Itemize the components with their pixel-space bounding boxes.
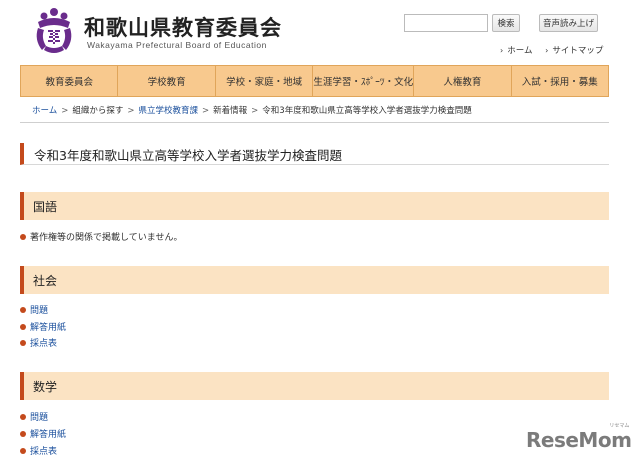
nav-item-school-education[interactable]: 学校教育	[118, 66, 216, 96]
bullet-icon	[20, 339, 26, 346]
breadcrumb-divider	[20, 122, 609, 123]
org-subtitle: Wakayama Prefectural Board of Education	[87, 40, 267, 50]
bullet-icon	[20, 430, 26, 437]
math-questions-link[interactable]: 問題	[30, 410, 48, 423]
list-item: 解答用紙	[20, 427, 66, 440]
watermark-text: ReseMom	[526, 428, 632, 452]
breadcrumb-organization[interactable]: 組織から探す	[72, 106, 123, 116]
section-label: 社会	[33, 274, 58, 288]
nav-item-lifelong-learning[interactable]: 生涯学習・ｽﾎﾟｰﾂ・文化	[313, 66, 415, 96]
org-name[interactable]: 和歌山県教育委員会	[84, 12, 282, 42]
social-answer-sheet-link[interactable]: 解答用紙	[30, 320, 66, 333]
chevron-right-icon: ›	[500, 46, 504, 55]
resemom-watermark: ReseMom リセマム	[526, 423, 632, 452]
watermark-small-text: リセマム	[609, 423, 630, 429]
utility-links: › ホーム › サイトマップ	[500, 44, 613, 56]
section-heading-japanese: 国語	[20, 192, 609, 220]
chevron-right-icon: ›	[545, 46, 549, 55]
bullet-icon	[20, 447, 26, 454]
global-nav: 教育委員会 学校教育 学校・家庭・地域 生涯学習・ｽﾎﾟｰﾂ・文化 人権教育 入…	[20, 65, 609, 97]
nav-item-school-family-community[interactable]: 学校・家庭・地域	[216, 66, 314, 96]
bullet-icon	[20, 306, 26, 313]
section-heading-social-studies: 社会	[20, 266, 609, 294]
breadcrumb-separator-icon: >	[61, 106, 69, 116]
breadcrumb-separator-icon: >	[202, 106, 210, 116]
social-scoring-link[interactable]: 採点表	[30, 336, 57, 349]
sitemap-link[interactable]: サイトマップ	[552, 46, 603, 56]
breadcrumb-home[interactable]: ホーム	[32, 106, 57, 116]
voice-readout-button[interactable]: 音声読み上げ	[539, 14, 598, 32]
breadcrumb-department[interactable]: 県立学校教育課	[139, 106, 199, 116]
math-scoring-link[interactable]: 採点表	[30, 444, 57, 457]
breadcrumb: ホーム > 組織から探す > 県立学校教育課 > 新着情報 > 令和3年度和歌山県立高等学校入学…	[32, 104, 472, 116]
section-label: 数学	[33, 380, 58, 394]
section-heading-math: 数学	[20, 372, 609, 400]
breadcrumb-news[interactable]: 新着情報	[213, 106, 247, 116]
bullet-icon	[20, 233, 26, 240]
nav-item-board[interactable]: 教育委員会	[21, 66, 119, 96]
site-header: 和歌山県教育委員会 Wakayama Prefectural Board of …	[0, 0, 640, 62]
page-title-bar: 令和3年度和歌山県立高等学校入学者選抜学力検査問題	[20, 143, 609, 165]
list-item: 問題	[20, 410, 48, 423]
social-questions-link[interactable]: 問題	[30, 303, 48, 316]
list-item: 採点表	[20, 444, 57, 457]
breadcrumb-separator-icon: >	[251, 106, 259, 116]
list-item: 解答用紙	[20, 320, 66, 333]
prefecture-emblem-icon[interactable]	[32, 6, 76, 56]
search-input[interactable]	[404, 14, 488, 32]
list-item: 問題	[20, 303, 48, 316]
nav-item-human-rights[interactable]: 人権教育	[414, 66, 512, 96]
math-answer-sheet-link[interactable]: 解答用紙	[30, 427, 66, 440]
nav-item-admission-recruit[interactable]: 入試・採用・募集	[512, 66, 608, 96]
list-item: 採点表	[20, 336, 57, 349]
breadcrumb-separator-icon: >	[127, 106, 135, 116]
search-button[interactable]: 検索	[492, 14, 520, 32]
bullet-icon	[20, 413, 26, 420]
list-item: 著作権等の関係で掲載していません。	[20, 230, 182, 243]
breadcrumb-current: 令和3年度和歌山県立高等学校入学者選抜学力検査問題	[262, 106, 472, 116]
bullet-icon	[20, 323, 26, 330]
copyright-notice: 著作権等の関係で掲載していません。	[30, 233, 183, 243]
home-link[interactable]: ホーム	[507, 46, 532, 56]
page-title: 令和3年度和歌山県立高等学校入学者選抜学力検査問題	[34, 148, 342, 163]
section-label: 国語	[33, 200, 58, 214]
